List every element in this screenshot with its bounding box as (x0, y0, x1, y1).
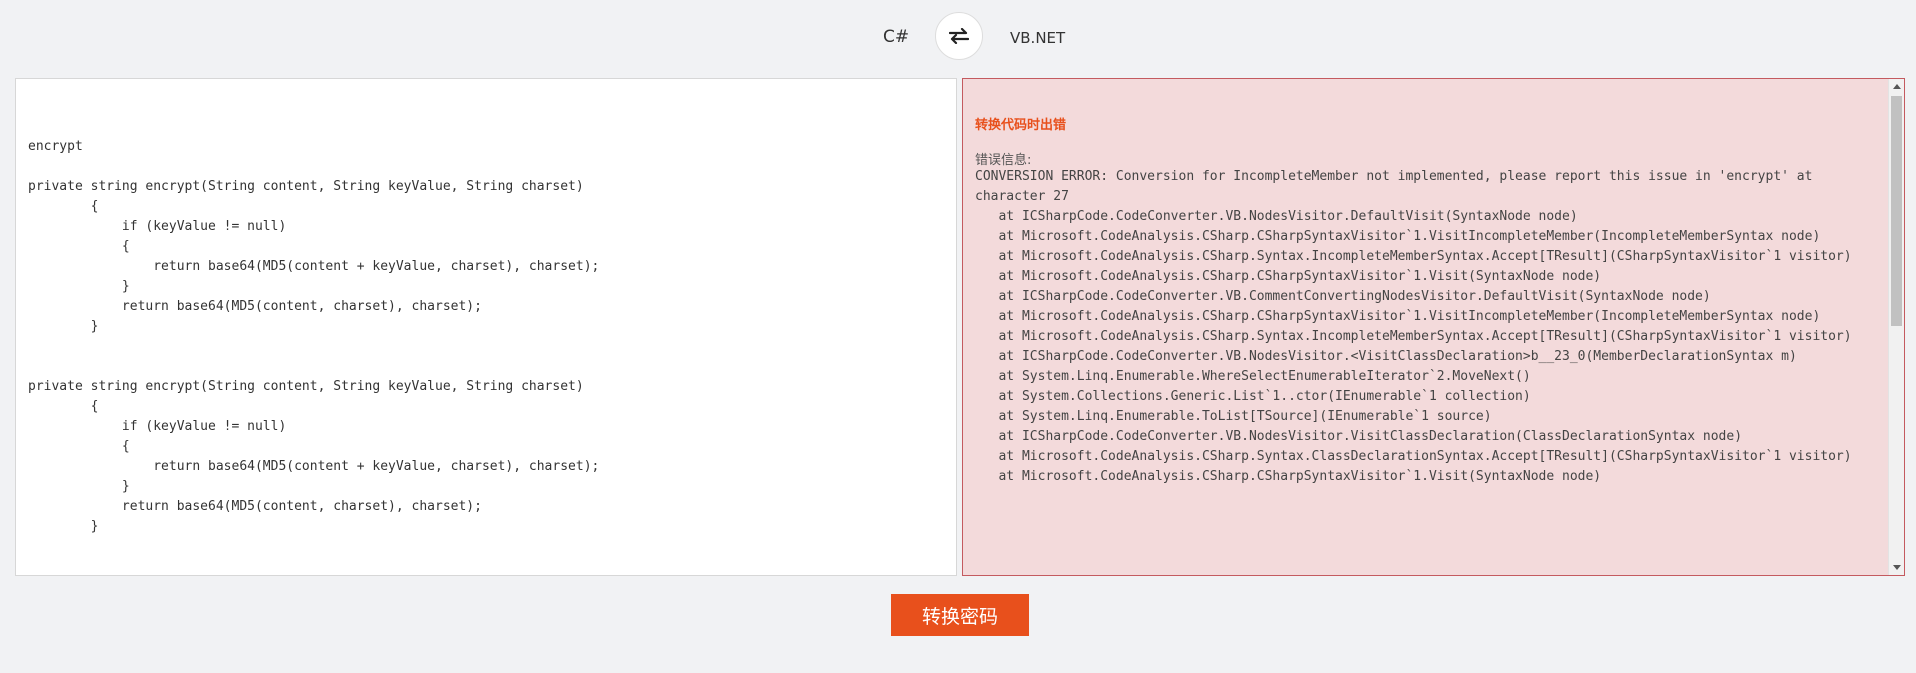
scroll-down-icon[interactable] (1893, 565, 1901, 570)
conversion-output-panel: 转换代码时出错 错误信息: CONVERSION ERROR: Conversi… (962, 78, 1905, 576)
source-code-panel: encrypt private string encrypt(String co… (15, 78, 957, 576)
source-code-editor[interactable]: encrypt private string encrypt(String co… (16, 79, 956, 575)
scroll-thumb[interactable] (1891, 96, 1902, 326)
error-title: 转换代码时出错 (975, 118, 1067, 133)
swap-languages-button[interactable] (935, 12, 983, 60)
swap-arrows-icon (949, 28, 969, 44)
target-language-label: VB.NET (1010, 29, 1066, 47)
error-message-label: 错误信息: (975, 153, 1032, 168)
error-message-text: CONVERSION ERROR: Conversion for Incompl… (975, 169, 1852, 484)
language-bar: C# VB.NET (0, 12, 1916, 62)
convert-button[interactable]: 转换密码 (891, 594, 1029, 636)
source-language-label: C# (883, 27, 910, 47)
scroll-up-icon[interactable] (1893, 84, 1901, 89)
output-scrollbar[interactable] (1888, 79, 1904, 575)
